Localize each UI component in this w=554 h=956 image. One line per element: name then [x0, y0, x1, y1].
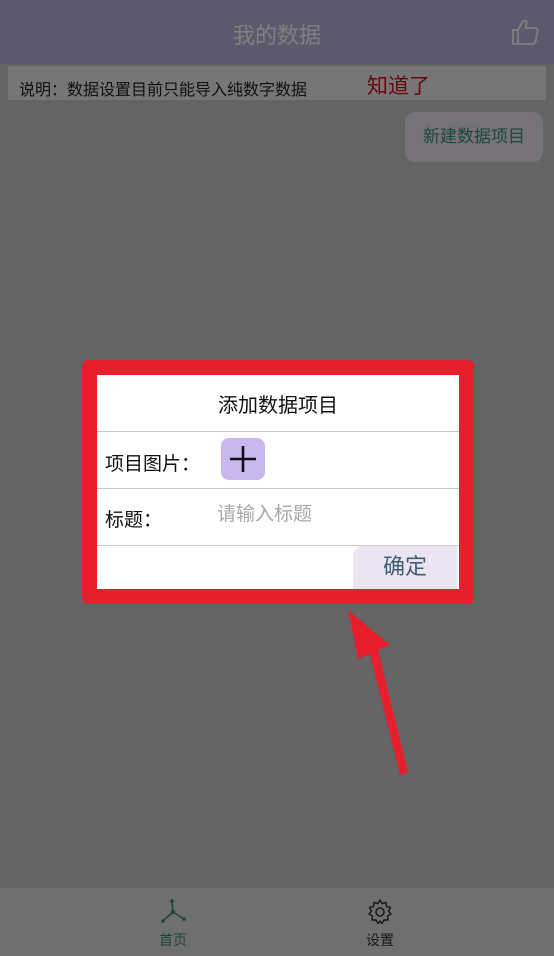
add-image-button[interactable] — [221, 438, 265, 480]
add-data-item-dialog: 添加数据项目 项目图片： 标题： 确定 — [97, 375, 459, 589]
plus-icon — [230, 446, 256, 472]
item-image-label: 项目图片： — [105, 453, 201, 475]
confirm-button[interactable]: 确定 — [353, 546, 457, 589]
divider — [97, 488, 459, 489]
divider — [97, 431, 459, 432]
dialog-title: 添加数据项目 — [218, 393, 338, 417]
title-label: 标题： — [105, 509, 163, 531]
title-input[interactable] — [211, 496, 451, 532]
pointer-arrow-icon — [348, 610, 408, 775]
